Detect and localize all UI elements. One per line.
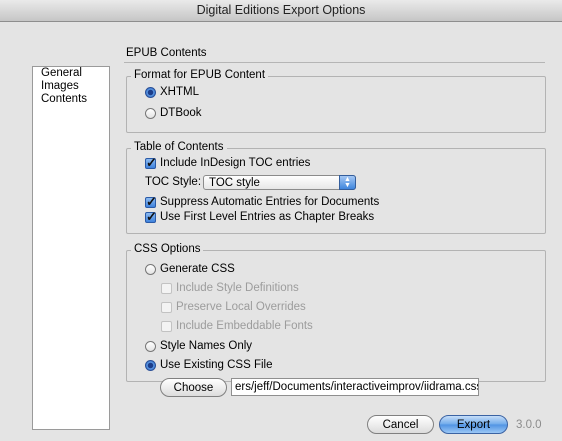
include-fonts-label: Include Embeddable Fonts [176,320,313,332]
style-names-only-label: Style Names Only [160,340,253,352]
xhtml-radio[interactable] [145,86,156,98]
sidebar-item-contents[interactable]: Contents [33,93,109,106]
style-names-only-radio[interactable] [145,340,156,352]
first-level-breaks-row[interactable]: Use First Level Entries as Chapter Break… [145,209,375,225]
suppress-entries-checkbox[interactable] [145,194,157,210]
include-fonts-checkbox[interactable] [161,320,172,332]
generate-css-row[interactable]: Generate CSS [145,263,235,275]
cancel-button[interactable]: Cancel [367,415,434,434]
include-indesign-toc-label: Include InDesign TOC entries [160,157,311,169]
include-fonts-row[interactable]: Include Embeddable Fonts [161,320,313,332]
toc-style-value: TOC style [209,177,260,189]
include-indesign-toc-checkbox[interactable] [145,155,157,171]
window-title: Digital Editions Export Options [0,0,562,22]
include-style-defs-row[interactable]: Include Style Definitions [161,282,299,294]
section-title: EPUB Contents [126,47,207,59]
preserve-overrides-label: Preserve Local Overrides [176,301,306,313]
dtbook-radio-row[interactable]: DTBook [145,107,202,119]
include-indesign-toc-row[interactable]: Include InDesign TOC entries [145,155,311,171]
suppress-entries-row[interactable]: Suppress Automatic Entries for Documents [145,194,380,210]
choose-button[interactable]: Choose [160,378,227,397]
suppress-entries-label: Suppress Automatic Entries for Documents [160,196,380,208]
preserve-overrides-checkbox[interactable] [161,301,172,313]
use-existing-css-radio[interactable] [145,359,156,371]
toc-legend: Table of Contents [131,141,227,153]
style-names-only-row[interactable]: Style Names Only [145,340,252,352]
toc-style-select[interactable]: TOC style ▲ ▼ [203,175,356,190]
dtbook-radio[interactable] [145,107,156,119]
section-divider [124,62,545,63]
css-legend: CSS Options [131,243,204,255]
sidebar-item-general[interactable]: General [33,67,109,80]
generate-css-label: Generate CSS [160,263,235,275]
first-level-breaks-checkbox[interactable] [145,209,157,225]
generate-css-radio[interactable] [145,263,156,275]
preserve-overrides-row[interactable]: Preserve Local Overrides [161,301,306,313]
toc-style-row: TOC Style: [145,176,201,188]
version-label: 3.0.0 [516,419,542,431]
include-style-defs-label: Include Style Definitions [176,282,299,294]
first-level-breaks-label: Use First Level Entries as Chapter Break… [160,211,375,223]
use-existing-css-row[interactable]: Use Existing CSS File [145,359,272,371]
xhtml-radio-row[interactable]: XHTML [145,86,199,98]
dtbook-label: DTBook [160,107,202,119]
export-button[interactable]: Export [439,415,508,434]
include-style-defs-checkbox[interactable] [161,282,172,294]
select-arrows-icon: ▲ ▼ [339,175,356,190]
use-existing-css-label: Use Existing CSS File [160,359,273,371]
xhtml-label: XHTML [160,86,199,98]
format-group: Format for EPUB Content [126,69,546,133]
css-path-field[interactable]: ers/jeff/Documents/interactiveimprov/iid… [231,378,479,396]
toc-style-label: TOC Style: [145,176,202,188]
sidebar-item-images[interactable]: Images [33,80,109,93]
format-legend: Format for EPUB Content [131,69,269,81]
category-list[interactable]: General Images Contents [32,66,110,430]
